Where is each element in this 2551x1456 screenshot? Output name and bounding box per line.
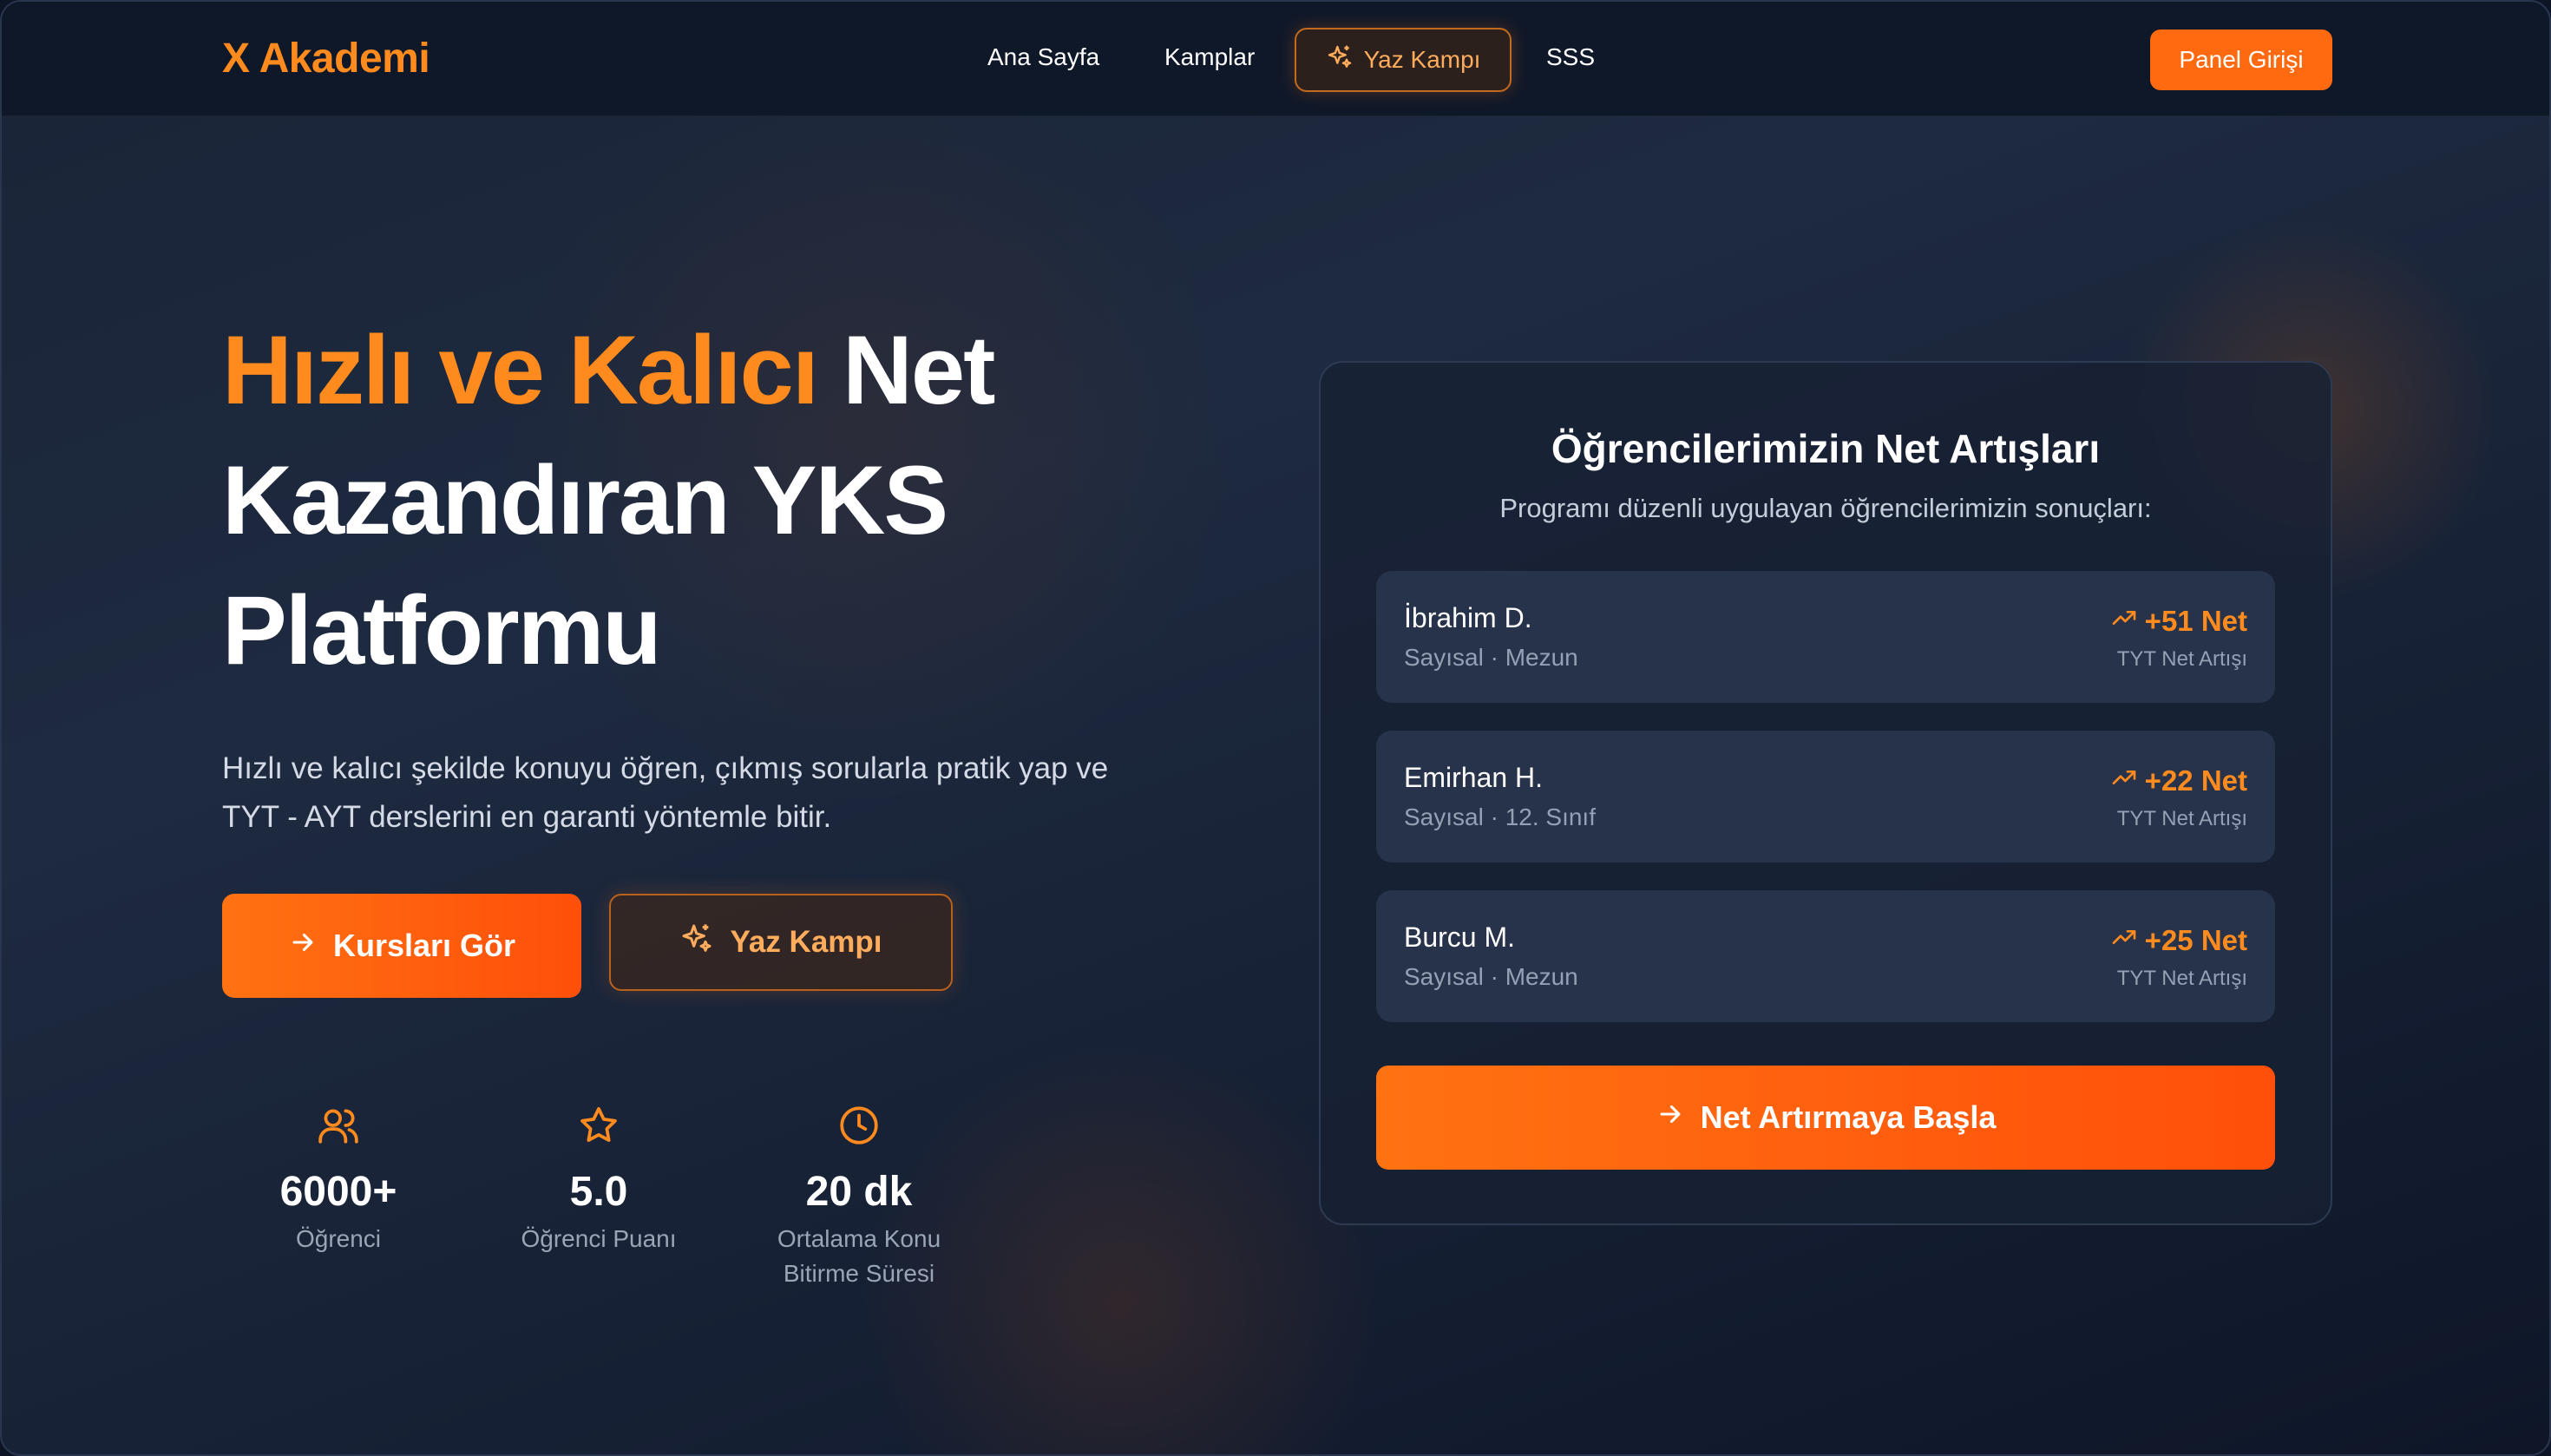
result-gain: +51 Net bbox=[2110, 604, 2247, 639]
stat-rating: 5.0 Öğrenci Puanı bbox=[486, 1104, 712, 1256]
result-item: Burcu M. Sayısal · Mezun +25 Net TYT Net… bbox=[1376, 890, 2275, 1022]
view-courses-label: Kursları Gör bbox=[332, 928, 516, 963]
hero-title-accent: Hızlı ve Kalıcı bbox=[222, 316, 819, 424]
result-item: Emirhan H. Sayısal · 12. Sınıf +22 Net T… bbox=[1376, 731, 2275, 862]
result-gain-value: +51 Net bbox=[2144, 605, 2247, 637]
clock-icon bbox=[746, 1104, 972, 1152]
result-item: İbrahim D. Sayısal · Mezun +51 Net TYT N… bbox=[1376, 571, 2275, 703]
trending-up-icon bbox=[2110, 604, 2138, 639]
star-icon bbox=[486, 1104, 712, 1152]
arrow-right-icon bbox=[1656, 1099, 1685, 1137]
stat-duration-value: 20 dk bbox=[805, 1169, 913, 1215]
hero-subtitle: Hızlı ve kalıcı şekilde konuyu öğren, çı… bbox=[222, 751, 1109, 834]
start-improving-label: Net Artırmaya Başla bbox=[1700, 1099, 1997, 1135]
result-gain: +25 Net bbox=[2110, 923, 2247, 958]
summer-camp-button[interactable]: Yaz Kampı bbox=[609, 894, 953, 991]
result-gain: +22 Net bbox=[2110, 764, 2247, 798]
view-courses-button[interactable]: Kursları Gör bbox=[222, 894, 581, 998]
nav-link-camps[interactable]: Kamplar bbox=[1164, 43, 1255, 71]
summer-camp-label: Yaz Kampı bbox=[730, 925, 882, 959]
nav-link-faq[interactable]: SSS bbox=[1546, 43, 1595, 71]
panel-login-button[interactable]: Panel Girişi bbox=[2150, 30, 2332, 90]
result-student-meta: Sayısal · 12. Sınıf bbox=[1404, 803, 1596, 830]
results-card-subtitle: Programı düzenli uygulayan öğrencilerimi… bbox=[1499, 493, 2152, 523]
arrow-right-icon bbox=[288, 928, 318, 965]
nav-link-home[interactable]: Ana Sayfa bbox=[987, 43, 1099, 71]
result-student-name: Burcu M. bbox=[1404, 921, 1516, 953]
trending-up-icon bbox=[2110, 923, 2138, 958]
result-gain-value: +25 Net bbox=[2144, 924, 2247, 956]
trending-up-icon bbox=[2110, 764, 2138, 798]
result-student-name: Emirhan H. bbox=[1404, 762, 1544, 793]
nav-summer-camp-label: Yaz Kampı bbox=[1363, 46, 1481, 73]
results-card: Öğrencilerimizin Net Artışları Programı … bbox=[1319, 361, 2332, 1225]
stat-duration-label: Ortalama Konu Bitirme Süresi bbox=[777, 1225, 941, 1287]
result-gain-label: TYT Net Artışı bbox=[2116, 807, 2247, 830]
start-improving-button[interactable]: Net Artırmaya Başla bbox=[1376, 1066, 2275, 1170]
result-gain-label: TYT Net Artışı bbox=[2116, 647, 2247, 671]
top-navbar: X Akademi Ana Sayfa Kamplar Yaz Kampı SS… bbox=[2, 2, 2549, 116]
brand-logo[interactable]: X Akademi bbox=[222, 35, 430, 82]
stat-rating-label: Öğrenci Puanı bbox=[521, 1225, 677, 1252]
stat-students-value: 6000+ bbox=[279, 1169, 397, 1215]
app-window: X Akademi Ana Sayfa Kamplar Yaz Kampı SS… bbox=[0, 0, 2551, 1456]
stat-students: 6000+ Öğrenci bbox=[226, 1104, 451, 1256]
stat-students-label: Öğrenci bbox=[295, 1225, 382, 1252]
result-student-meta: Sayısal · Mezun bbox=[1404, 644, 1578, 671]
stat-rating-value: 5.0 bbox=[569, 1169, 628, 1215]
results-card-title: Öğrencilerimizin Net Artışları bbox=[1551, 426, 2101, 471]
sparkles-icon bbox=[679, 921, 714, 964]
result-gain-label: TYT Net Artışı bbox=[2116, 967, 2247, 990]
result-student-meta: Sayısal · Mezun bbox=[1404, 963, 1578, 990]
sparkles-icon bbox=[1326, 43, 1354, 77]
hero-title: Hızlı ve Kalıcı Net Kazandıran YKS Platf… bbox=[222, 305, 1090, 696]
users-icon bbox=[226, 1104, 451, 1152]
result-student-name: İbrahim D. bbox=[1404, 602, 1532, 633]
result-gain-value: +22 Net bbox=[2144, 764, 2247, 797]
stat-duration: 20 dk Ortalama Konu Bitirme Süresi bbox=[746, 1104, 972, 1291]
nav-summer-camp-button[interactable]: Yaz Kampı bbox=[1295, 28, 1512, 92]
